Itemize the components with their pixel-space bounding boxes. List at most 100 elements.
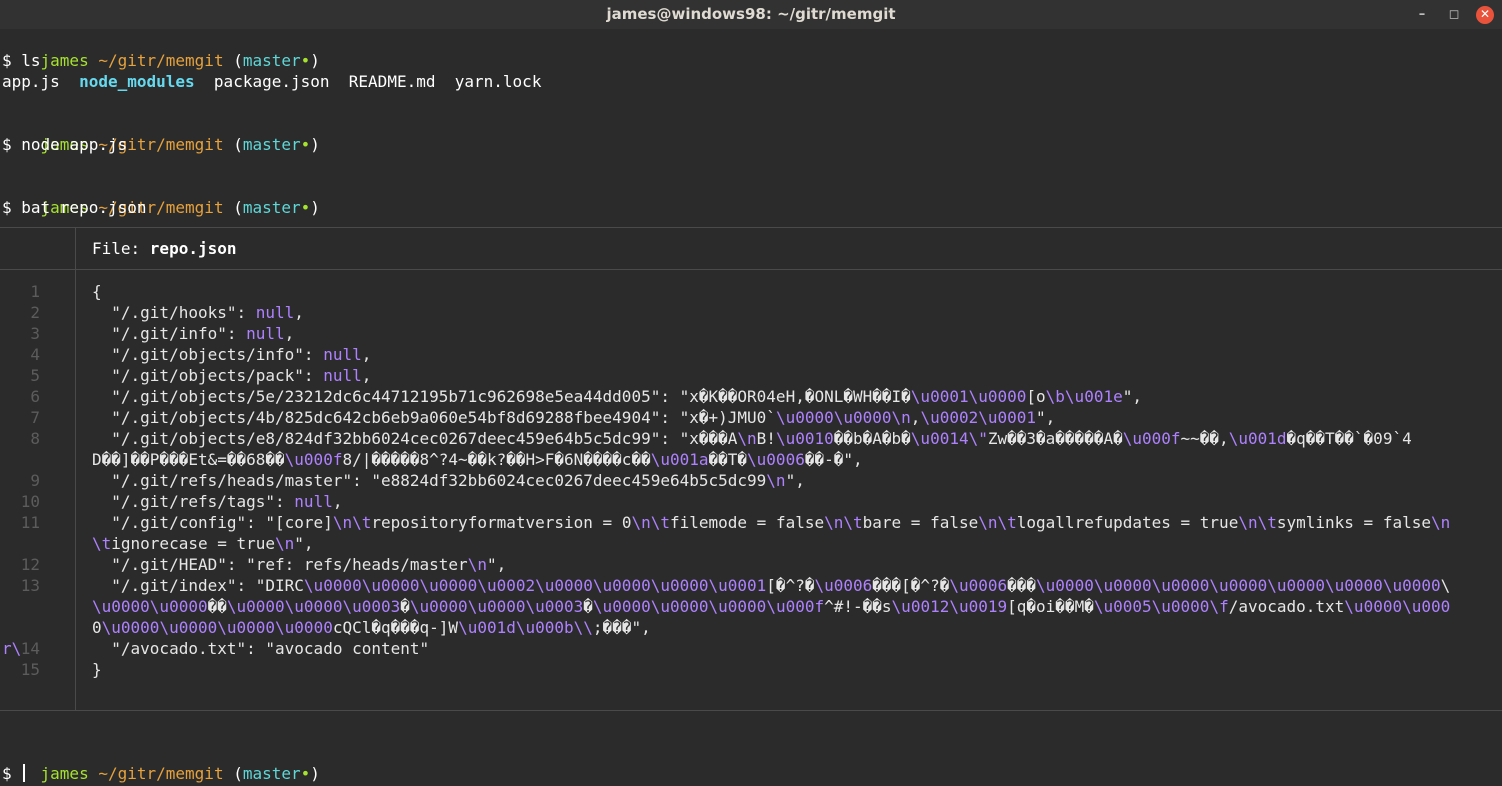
escape-seq: \n xyxy=(766,471,786,490)
prompt-paren: ( xyxy=(223,198,243,217)
escape-seq: \u000f xyxy=(766,597,825,616)
ls-file: package.json xyxy=(213,72,330,91)
json-text: { xyxy=(92,282,102,301)
prompt-dollar: $ xyxy=(2,764,22,783)
escape-seq: \n xyxy=(1238,513,1258,532)
json-text: ��b�A�b� xyxy=(833,429,911,448)
escape-seq: \u0000 xyxy=(1267,576,1326,595)
json-null: null xyxy=(246,324,285,343)
escape-seq: \u001d xyxy=(458,618,516,637)
json-text: � xyxy=(583,597,593,616)
json-text: ~~��, xyxy=(1180,429,1229,448)
code-line: { xyxy=(92,281,102,302)
command-line: $ node app.js xyxy=(2,134,127,155)
escape-seq: \u000b xyxy=(515,618,574,637)
escape-seq: \u0000 xyxy=(1325,576,1383,595)
prompt-paren: ( xyxy=(223,135,243,154)
escape-seq: \f xyxy=(1209,597,1229,616)
maximize-icon[interactable]: ◻ xyxy=(1444,5,1464,25)
escape-seq: \u0000 xyxy=(592,576,651,595)
escape-seq: \u0000 xyxy=(1036,576,1094,595)
escape-seq: \n xyxy=(824,513,844,532)
json-text: �� xyxy=(207,597,227,616)
bat-file-header: File: repo.json xyxy=(92,238,237,259)
escape-seq: \u0000 xyxy=(467,597,526,616)
command-line[interactable]: $ xyxy=(2,763,26,784)
json-text: ignorecase = true xyxy=(111,534,276,553)
json-text: [q�oi��M� xyxy=(1007,597,1094,616)
escape-seq: \u0000 xyxy=(1093,576,1152,595)
escape-seq: \n xyxy=(737,429,757,448)
json-text: ^#!-��s xyxy=(824,597,892,616)
escape-seq: \u0005 xyxy=(1093,597,1152,616)
json-text: \ xyxy=(1440,576,1451,595)
code-line: "/avocado.txt": "avocado content" xyxy=(92,638,429,659)
json-text: D��]��P���Et&=��68�� xyxy=(92,450,285,469)
json-text: symlinks = false xyxy=(1276,513,1431,532)
line-number: 5 xyxy=(30,366,40,385)
escape-seq: \t xyxy=(650,513,670,532)
json-null: null xyxy=(323,366,362,385)
json-text: � xyxy=(400,597,410,616)
line-number: 15 xyxy=(20,660,40,679)
line-number: 7 xyxy=(30,408,40,427)
json-key: "/.git/info": xyxy=(92,324,247,343)
json-text: ", xyxy=(785,471,805,490)
ls-file: README.md xyxy=(348,72,436,91)
close-icon[interactable]: ✕ xyxy=(1476,5,1494,24)
prompt-branch: master xyxy=(242,51,301,70)
line-number: 1 xyxy=(30,282,40,301)
json-text: [�^?� xyxy=(766,576,815,595)
escape-seq: \u0001 xyxy=(978,408,1037,427)
escape-seq: \n xyxy=(275,534,295,553)
escape-seq: \u0000 xyxy=(650,576,709,595)
json-punct: , xyxy=(294,303,304,322)
json-null: null xyxy=(294,492,333,511)
escape-seq: \u0006 xyxy=(814,576,873,595)
code-line: \tignorecase = true\n", xyxy=(92,533,314,554)
bat-top-rule xyxy=(0,227,1502,228)
json-punct: , xyxy=(284,324,295,343)
json-punct: , xyxy=(332,492,343,511)
code-line: "/.git/info": null, xyxy=(92,323,294,344)
terminal[interactable]: james ~/gitr/memgit (master•) $ ls app.j… xyxy=(0,29,1502,786)
command-node: node app.js xyxy=(21,135,128,154)
code-line: "/.git/objects/info": null, xyxy=(92,344,371,365)
bat-header-divider xyxy=(75,227,76,269)
json-text: B! xyxy=(756,429,776,448)
escape-seq: \\ xyxy=(573,618,593,637)
minimize-icon[interactable]: – xyxy=(1412,5,1432,25)
json-text: "/.git/objects/e8/824df32bb6024cec0267de… xyxy=(92,429,738,448)
code-line: "/.git/refs/tags": null, xyxy=(92,491,342,512)
escape-seq: \u0000 xyxy=(101,618,160,637)
json-text: ", xyxy=(1122,387,1142,406)
json-text: filemode = false xyxy=(669,513,825,532)
json-text: , xyxy=(910,408,921,427)
code-line: } xyxy=(92,659,102,680)
escape-seq: \t xyxy=(92,534,112,553)
json-text: ��� xyxy=(1007,576,1037,595)
command-ls: ls xyxy=(21,51,41,70)
escape-seq: \u0000 xyxy=(650,597,709,616)
prompt-branch: master xyxy=(242,198,301,217)
prompt-paren: ) xyxy=(310,51,320,70)
prompt-dollar: $ xyxy=(2,135,22,154)
json-text: "/.git/config": "[core] xyxy=(92,513,333,532)
json-text: "/.git/index": "DIRC xyxy=(92,576,304,595)
bat-bottom-rule xyxy=(0,710,1502,711)
escape-seq: \u0003 xyxy=(342,597,401,616)
escape-seq: \t xyxy=(843,513,863,532)
escape-seq: \t xyxy=(352,513,372,532)
line-number: 9 xyxy=(30,471,40,490)
escape-seq: \u0000 xyxy=(284,597,343,616)
escape-seq: \u0000 xyxy=(1344,597,1403,616)
escape-seq: \u0003 xyxy=(525,597,584,616)
escape-seq: \u0014 xyxy=(910,429,969,448)
escape-seq: \u0000 xyxy=(1209,576,1268,595)
json-null: null xyxy=(323,345,362,364)
prompt-paren: ) xyxy=(310,764,320,783)
escape-seq: \u0001 xyxy=(910,387,969,406)
escape-seq: \u0000 xyxy=(409,597,468,616)
line-number: 8 xyxy=(30,429,40,448)
json-text: 0 xyxy=(92,618,102,637)
